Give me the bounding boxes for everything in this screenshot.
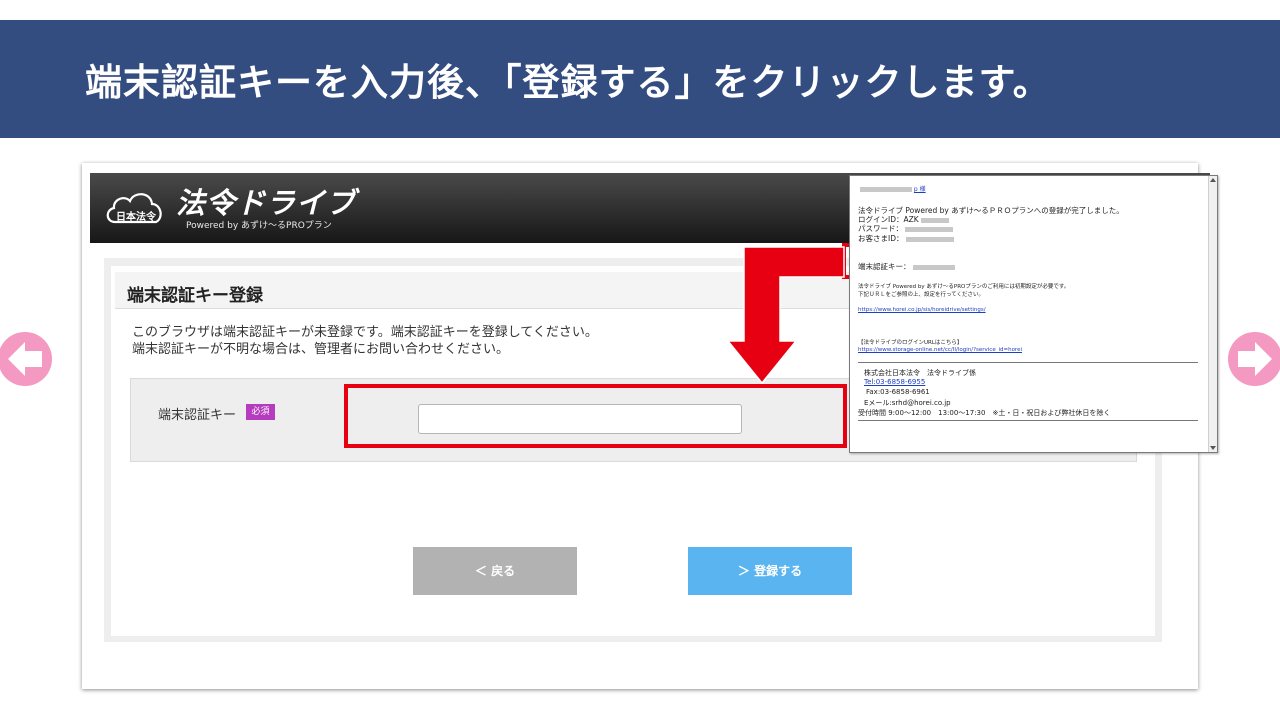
description-line-1: このブラウザは端末認証キーが未登録です。端末認証キーを登録してください。 (132, 325, 598, 340)
email-password-label: パスワード： (858, 224, 903, 233)
back-button[interactable]: ＜ 戻る (413, 547, 577, 595)
redacted-text (860, 187, 912, 192)
instruction-text: 端末認証キーを入力後、「登録する」をクリックします。 (85, 61, 1051, 104)
app-logo-text: 法令ドライブ (176, 186, 357, 220)
email-company: 株式会社日本法令 法令ドライブ係 (864, 369, 976, 377)
email-to-line: p 様 (858, 184, 926, 193)
auth-key-label: 端末認証キー (158, 408, 237, 423)
email-login-link[interactable]: https://www.storage-online.net/cc/II/log… (858, 347, 1022, 353)
description-line-2: 端末認証キーが不明な場合は、管理者にお問い合わせください。 (132, 342, 510, 357)
email-auth-key: 端末認証キー： (858, 261, 955, 272)
email-auth-key-label: 端末認証キー： (858, 262, 911, 271)
arrow-left-icon (8, 342, 42, 376)
email-customer-id: お客さまID： (858, 233, 954, 244)
scroll-up-icon[interactable] (1209, 176, 1217, 184)
redacted-text (920, 217, 949, 223)
email-address: Eメール:srhd@horei.co.jp (864, 399, 951, 407)
required-badge: 必須 (246, 404, 275, 420)
email-to-name: p 様 (913, 186, 926, 193)
redacted-text (905, 226, 953, 232)
email-note-2: 下記ＵＲＬをご参照の上、設定を行ってください。 (858, 292, 985, 298)
email-tel[interactable]: Tel:03-6858-6955 (864, 378, 925, 386)
arrow-down-callout-icon (726, 246, 845, 385)
redacted-text (905, 236, 954, 242)
page-title: 端末認証キー登録 (127, 286, 263, 306)
scroll-down-icon[interactable] (1209, 444, 1217, 452)
email-fax: Fax:03-6858-6961 (866, 388, 930, 396)
app-logo-subtitle: Powered by あずけ〜るPROプラン (186, 221, 332, 231)
input-highlight-frame (344, 384, 847, 448)
email-scrollbar[interactable] (1208, 176, 1217, 452)
register-button[interactable]: ＞ 登録する (688, 547, 852, 595)
email-customer-id-label: お客さまID： (858, 234, 904, 243)
logo-mark-text: 日本法令 (116, 212, 156, 223)
description: このブラウザは端末認証キーが未登録です。端末認証キーを登録してください。 端末認… (132, 324, 598, 358)
email-note-1: 法令ドライブ Powered by あずけ～るPROプランのご利用には初期設定が… (858, 284, 1070, 290)
email-login-heading: 【法令ドライブのログインURLはこちら】 (858, 340, 963, 346)
arrow-right-icon (1238, 342, 1272, 376)
email-hours: 受付時間 9:00～12:00 13:00～17:30 ※土・日・祝日および弊社… (858, 409, 1111, 417)
email-settings-link[interactable]: https://www.horei.co.jp/sis/horeidrive/s… (858, 307, 986, 313)
email-popup: p 様 法令ドライブ Powered by あずけ～るＰＲＯプランへの登録が完了… (849, 175, 1218, 453)
prev-slide-button[interactable] (0, 332, 52, 386)
email-divider (858, 420, 1198, 421)
redacted-text (912, 264, 955, 270)
email-divider (858, 362, 1198, 363)
next-slide-button[interactable] (1228, 332, 1280, 386)
